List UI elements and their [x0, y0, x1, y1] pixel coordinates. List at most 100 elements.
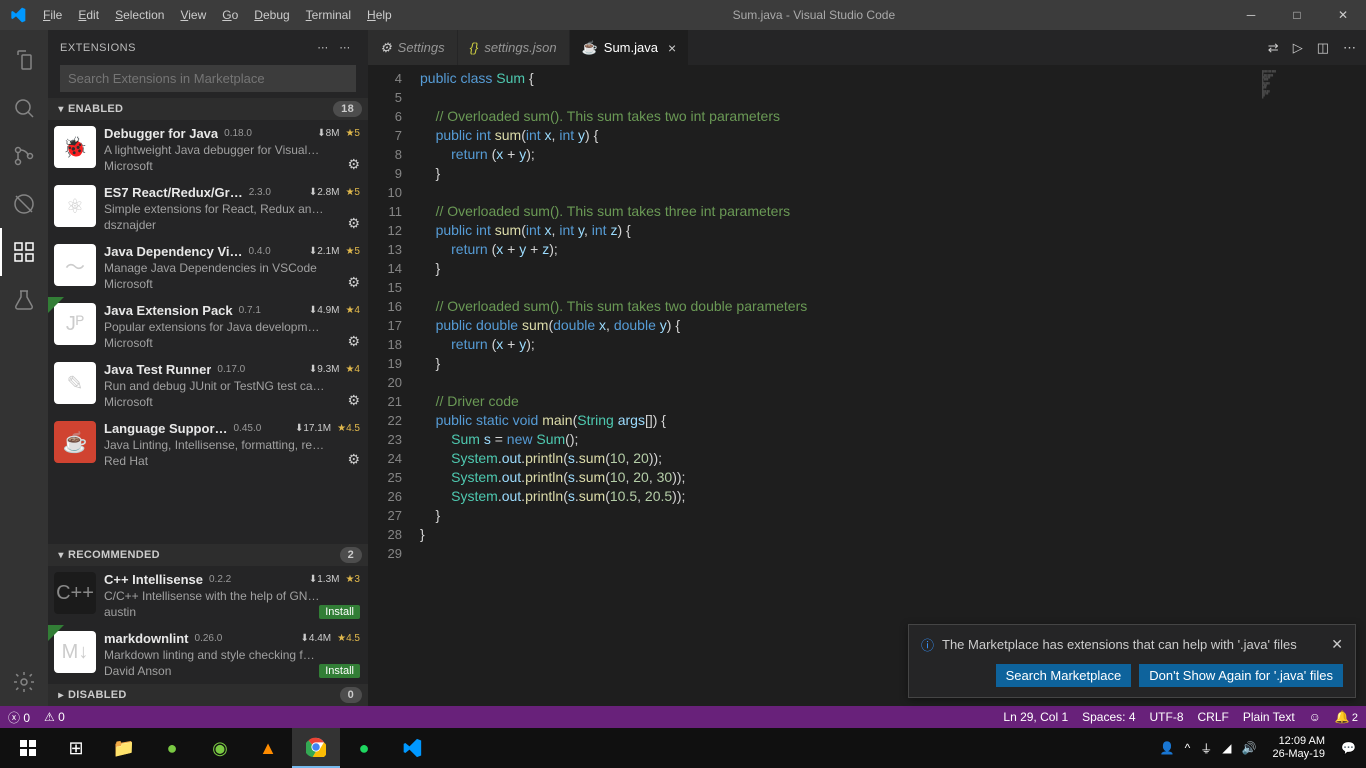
vlc-icon[interactable]: ▲: [244, 728, 292, 768]
extension-publisher: Microsoft: [104, 336, 360, 350]
file-icon: ⚙: [380, 40, 392, 56]
extension-publisher: dsznajder: [104, 218, 360, 232]
warnings-count[interactable]: ⚠ 0: [44, 710, 65, 724]
filter-icon[interactable]: ⋯: [312, 41, 334, 54]
more-icon[interactable]: ⋯: [334, 41, 356, 54]
minimize-button[interactable]: ─: [1228, 0, 1274, 30]
extension-name: Debugger for Java: [104, 126, 218, 141]
gear-icon[interactable]: ⚙: [347, 333, 360, 350]
section-recommended[interactable]: ▾ RECOMMENDED 2: [48, 544, 368, 566]
download-count: ⬇17.1M: [295, 423, 331, 434]
tab-settings[interactable]: ⚙Settings: [368, 30, 458, 65]
search-input[interactable]: [60, 65, 356, 92]
spotify-icon[interactable]: ●: [340, 728, 388, 768]
extension-name: Language Suppor…: [104, 421, 228, 436]
feedback-icon[interactable]: ☺: [1309, 710, 1321, 724]
menu-terminal[interactable]: Terminal: [298, 0, 359, 30]
clock[interactable]: 12:09 AM26-May-19: [1266, 735, 1331, 761]
vscode-taskbar-icon[interactable]: [388, 728, 436, 768]
rating: ★4: [345, 305, 360, 316]
notifications-icon[interactable]: 🔔2: [1335, 710, 1358, 724]
tray-chevron-icon[interactable]: ^: [1185, 741, 1191, 755]
volume-icon[interactable]: 🔊: [1242, 741, 1257, 755]
extension-icon: 🐞: [54, 126, 96, 168]
chrome-icon[interactable]: [292, 728, 340, 768]
gear-icon[interactable]: ⚙: [347, 215, 360, 232]
encoding[interactable]: UTF-8: [1150, 710, 1184, 724]
install-button[interactable]: Install: [319, 664, 360, 678]
close-window-button[interactable]: ✕: [1320, 0, 1366, 30]
action-center-icon[interactable]: 💬: [1341, 741, 1356, 755]
explorer-icon[interactable]: [0, 36, 48, 84]
notification-text: The Marketplace has extensions that can …: [942, 637, 1297, 652]
gear-icon[interactable]: ⚙: [347, 451, 360, 468]
extension-name: Java Test Runner: [104, 362, 211, 377]
extension-version: 0.4.0: [249, 246, 271, 257]
menu-edit[interactable]: Edit: [70, 0, 107, 30]
eol[interactable]: CRLF: [1198, 710, 1229, 724]
install-button[interactable]: Install: [319, 605, 360, 619]
extension-item[interactable]: ✎Java Test Runner0.17.0⬇9.3M★4Run and de…: [48, 356, 368, 415]
language-mode[interactable]: Plain Text: [1243, 710, 1295, 724]
settings-gear-icon[interactable]: [0, 658, 48, 706]
extension-item[interactable]: JᴾJava Extension Pack0.7.1⬇4.9M★4Popular…: [48, 297, 368, 356]
utorrent-icon[interactable]: ●: [148, 728, 196, 768]
gear-icon[interactable]: ⚙: [347, 156, 360, 173]
extension-description: Markdown linting and style checking f…: [104, 648, 360, 662]
more-icon[interactable]: ⋯: [1343, 40, 1356, 56]
menu-go[interactable]: Go: [214, 0, 246, 30]
compare-icon[interactable]: ⇄: [1268, 40, 1279, 56]
tab-sum-java[interactable]: ☕Sum.java×: [570, 30, 690, 65]
menu-file[interactable]: File: [35, 0, 70, 30]
indentation[interactable]: Spaces: 4: [1082, 710, 1135, 724]
extension-description: Java Linting, Intellisense, formatting, …: [104, 438, 360, 452]
recommended-ribbon-icon: [48, 297, 64, 313]
menu-debug[interactable]: Debug: [246, 0, 297, 30]
section-enabled[interactable]: ▾ ENABLED 18: [48, 98, 368, 120]
minimap[interactable]: ████ ██ █████ ██ ██████ █ ███ ██████ ███…: [1256, 65, 1366, 706]
split-icon[interactable]: ◫: [1317, 40, 1329, 56]
menu-selection[interactable]: Selection: [107, 0, 172, 30]
extension-description: Popular extensions for Java developm…: [104, 320, 360, 334]
people-icon[interactable]: 👤: [1160, 741, 1175, 755]
debug-icon[interactable]: [0, 180, 48, 228]
explorer-taskbar-icon[interactable]: 📁: [100, 728, 148, 768]
app-icon[interactable]: ◉: [196, 728, 244, 768]
gear-icon[interactable]: ⚙: [347, 392, 360, 409]
start-button[interactable]: [4, 728, 52, 768]
editor-area[interactable]: 4567891011121314151617181920212223242526…: [368, 65, 1366, 706]
search-icon[interactable]: [0, 84, 48, 132]
extension-icon: ☕: [54, 421, 96, 463]
extension-item[interactable]: ☕Language Suppor…0.45.0⬇17.1M★4.5Java Li…: [48, 415, 368, 474]
network-icon[interactable]: ⏚: [1200, 740, 1212, 757]
file-icon: {}: [470, 40, 479, 55]
extension-item[interactable]: M↓markdownlint0.26.0⬇4.4M★4.5Markdown li…: [48, 625, 368, 684]
notification-button[interactable]: Search Marketplace: [996, 664, 1132, 687]
close-icon[interactable]: ✕: [1331, 636, 1343, 653]
run-icon[interactable]: ▷: [1293, 40, 1303, 56]
errors-count[interactable]: ⓧ 0: [8, 709, 30, 726]
task-view-icon[interactable]: ⊞: [52, 728, 100, 768]
scm-icon[interactable]: [0, 132, 48, 180]
rating: ★5: [345, 246, 360, 257]
tab-settings-json[interactable]: {}settings.json: [458, 30, 570, 65]
close-icon[interactable]: ×: [668, 40, 676, 56]
code-content[interactable]: public class Sum { // Overloaded sum(). …: [420, 65, 1256, 706]
wifi-icon[interactable]: ◢: [1222, 741, 1231, 755]
cursor-position[interactable]: Ln 29, Col 1: [1003, 710, 1068, 724]
test-icon[interactable]: [0, 276, 48, 324]
extension-name: Java Extension Pack: [104, 303, 233, 318]
section-disabled[interactable]: ▸ DISABLED 0: [48, 684, 368, 706]
menu-view[interactable]: View: [172, 0, 214, 30]
gear-icon[interactable]: ⚙: [347, 274, 360, 291]
extension-item[interactable]: C++C++ Intellisense0.2.2⬇1.3M★3C/C++ Int…: [48, 566, 368, 625]
extension-item[interactable]: ～Java Dependency Vi…0.4.0⬇2.1M★5Manage J…: [48, 238, 368, 297]
extension-item[interactable]: 🐞Debugger for Java0.18.0⬇8M★5A lightweig…: [48, 120, 368, 179]
extension-item[interactable]: ⚛ES7 React/Redux/Gr…2.3.0⬇2.8M★5Simple e…: [48, 179, 368, 238]
menu-help[interactable]: Help: [359, 0, 400, 30]
extension-publisher: Red Hat: [104, 454, 360, 468]
notification-button[interactable]: Don't Show Again for '.java' files: [1139, 664, 1343, 687]
extensions-icon[interactable]: [0, 228, 48, 276]
extension-description: Manage Java Dependencies in VSCode: [104, 261, 360, 275]
maximize-button[interactable]: □: [1274, 0, 1320, 30]
